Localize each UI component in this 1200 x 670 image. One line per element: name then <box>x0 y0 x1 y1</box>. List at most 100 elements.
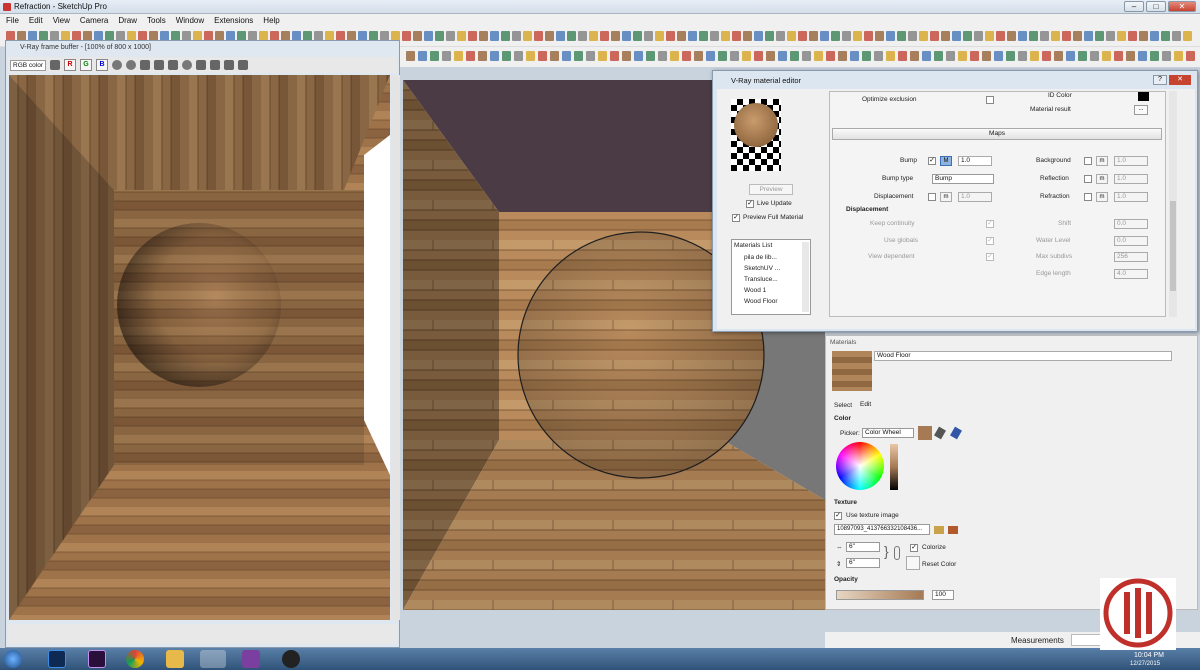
toolbar-tool-icon[interactable] <box>490 31 499 41</box>
opacity-slider[interactable] <box>836 590 924 600</box>
toolbar-tool-icon[interactable] <box>776 31 785 41</box>
toolbar-tool-icon[interactable] <box>790 51 799 61</box>
save-icon[interactable] <box>139 60 150 70</box>
toolbar-tool-icon[interactable] <box>556 31 565 41</box>
toolbar-tool-icon[interactable] <box>413 31 422 41</box>
blue-channel-button[interactable]: B <box>95 59 108 71</box>
obs-icon[interactable] <box>282 650 300 668</box>
toolbar-tool-icon[interactable] <box>963 31 972 41</box>
list-item[interactable]: Transluce... <box>744 276 778 283</box>
toolbar-tool-icon[interactable] <box>682 51 691 61</box>
toolbar-tool-icon[interactable] <box>946 51 955 61</box>
file-explorer-icon[interactable] <box>166 650 184 668</box>
toolbar-tool-icon[interactable] <box>514 51 523 61</box>
toolbar-tool-icon[interactable] <box>435 31 444 41</box>
toolbar-tool-icon[interactable] <box>1139 31 1148 41</box>
toolbar-tool-icon[interactable] <box>897 31 906 41</box>
toolbar-tool-icon[interactable] <box>886 31 895 41</box>
toolbar-tool-icon[interactable] <box>402 31 411 41</box>
id-color-swatch[interactable] <box>1138 92 1149 101</box>
toolbar-tool-icon[interactable] <box>970 51 979 61</box>
toolbar-tool-icon[interactable] <box>578 31 587 41</box>
alpha-icon[interactable] <box>125 60 136 70</box>
texture-height-input[interactable]: 6" <box>846 558 880 568</box>
toolbar-tool-icon[interactable] <box>633 31 642 41</box>
maps-header[interactable]: Maps <box>832 128 1162 140</box>
track-mouse-icon[interactable] <box>209 60 220 70</box>
toolbar-tool-icon[interactable] <box>1018 51 1027 61</box>
toolbar-tool-icon[interactable] <box>766 51 775 61</box>
toolbar-tool-icon[interactable] <box>1150 31 1159 41</box>
toolbar-tool-icon[interactable] <box>1114 51 1123 61</box>
toolbar-tool-icon[interactable] <box>1078 51 1087 61</box>
toolbar-tool-icon[interactable] <box>538 51 547 61</box>
toolbar-tool-icon[interactable] <box>1066 51 1075 61</box>
toolbar-tool-icon[interactable] <box>1084 31 1093 41</box>
toolbar-tool-icon[interactable] <box>1183 31 1192 41</box>
menu-draw[interactable]: Draw <box>118 16 137 25</box>
toolbar-tool-icon[interactable] <box>1073 31 1082 41</box>
toolbar-tool-icon[interactable] <box>706 51 715 61</box>
bump-amount[interactable]: 1.0 <box>958 156 992 166</box>
render-icon[interactable] <box>181 60 192 70</box>
lock-aspect-icon[interactable] <box>894 546 900 560</box>
edit-texture-icon[interactable] <box>948 526 958 534</box>
toolbar-tool-icon[interactable] <box>985 31 994 41</box>
toolbar-tool-icon[interactable] <box>853 31 862 41</box>
toolbar-tool-icon[interactable] <box>677 31 686 41</box>
menu-window[interactable]: Window <box>176 16 204 25</box>
menu-edit[interactable]: Edit <box>29 16 43 25</box>
toolbar-tool-icon[interactable] <box>754 31 763 41</box>
toolbar-tool-icon[interactable] <box>941 31 950 41</box>
toolbar-tool-icon[interactable] <box>688 31 697 41</box>
toolbar-tool-icon[interactable] <box>666 31 675 41</box>
menu-tools[interactable]: Tools <box>147 16 166 25</box>
reflection-map-button[interactable]: m <box>1096 174 1108 184</box>
toolbar-tool-icon[interactable] <box>826 51 835 61</box>
toolbar-tool-icon[interactable] <box>910 51 919 61</box>
toolbar-tool-icon[interactable] <box>1007 31 1016 41</box>
reset-color-swatch[interactable] <box>906 556 920 570</box>
toolbar-tool-icon[interactable] <box>1018 31 1027 41</box>
toolbar-tool-icon[interactable] <box>1006 51 1015 61</box>
toolbar-tool-icon[interactable] <box>586 51 595 61</box>
toolbar-tool-icon[interactable] <box>718 51 727 61</box>
color-wheel[interactable] <box>836 442 884 490</box>
history-icon[interactable] <box>223 60 234 70</box>
toolbar-tool-icon[interactable] <box>550 51 559 61</box>
tab-edit[interactable]: Edit <box>860 401 871 408</box>
toolbar-tool-icon[interactable] <box>974 31 983 41</box>
toolbar-tool-icon[interactable] <box>874 51 883 61</box>
toolbar-tool-icon[interactable] <box>694 51 703 61</box>
preview-button[interactable]: Preview <box>749 184 793 195</box>
displacement-checkbox[interactable] <box>928 193 936 201</box>
color-swatch[interactable] <box>918 426 932 440</box>
photoshop-icon[interactable] <box>48 650 66 668</box>
use-texture-checkbox[interactable]: ✓ <box>834 512 842 520</box>
toolbar-tool-icon[interactable] <box>589 31 598 41</box>
toolbar-tool-icon[interactable] <box>466 51 475 61</box>
toolbar-tool-icon[interactable] <box>534 31 543 41</box>
parameters-scrollbar[interactable] <box>1169 91 1177 317</box>
toolbar-tool-icon[interactable] <box>1186 51 1195 61</box>
toolbar-tool-icon[interactable] <box>1095 31 1104 41</box>
toolbar-tool-icon[interactable] <box>922 51 931 61</box>
toolbar-tool-icon[interactable] <box>898 51 907 61</box>
toolbar-tool-icon[interactable] <box>442 51 451 61</box>
sketchup-taskbar-icon[interactable] <box>200 650 226 668</box>
toolbar-tool-icon[interactable] <box>457 31 466 41</box>
toolbar-tool-icon[interactable] <box>1062 31 1071 41</box>
toolbar-tool-icon[interactable] <box>930 31 939 41</box>
channel-select[interactable]: RGB color <box>10 59 46 71</box>
toolbar-tool-icon[interactable] <box>862 51 871 61</box>
compare-icon[interactable] <box>237 60 248 70</box>
live-update-checkbox[interactable]: ✓ <box>746 200 754 208</box>
refraction-amount[interactable]: 1.0 <box>1114 192 1148 202</box>
toolbar-tool-icon[interactable] <box>454 51 463 61</box>
toolbar-tool-icon[interactable] <box>820 31 829 41</box>
premiere-icon[interactable] <box>88 650 106 668</box>
toolbar-tool-icon[interactable] <box>406 51 415 61</box>
toolbar-tool-icon[interactable] <box>952 31 961 41</box>
toolbar-tool-icon[interactable] <box>600 31 609 41</box>
region-icon[interactable] <box>195 60 206 70</box>
